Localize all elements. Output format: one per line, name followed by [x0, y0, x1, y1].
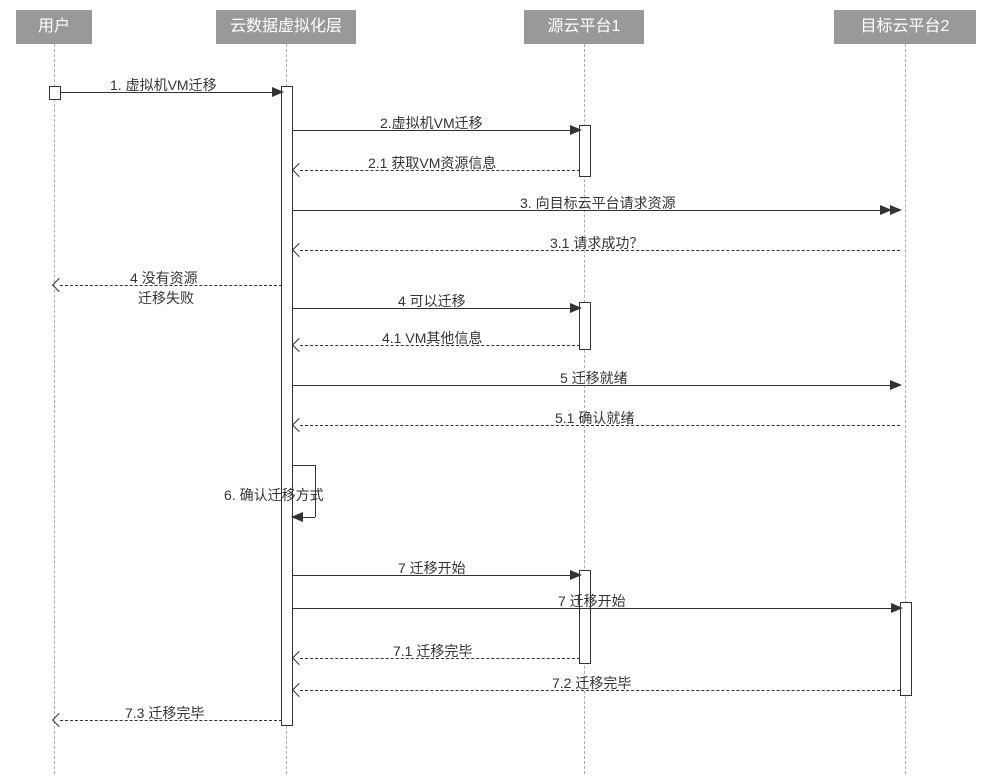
- activation-src-3: [579, 570, 591, 664]
- arrowhead-m1: [272, 87, 284, 97]
- actor-src: 源云平台1: [524, 10, 644, 44]
- label-m71: 7.1 迁移完毕: [393, 641, 472, 661]
- label-m5: 5 迁移就绪: [560, 368, 628, 388]
- actor-user: 用户: [16, 10, 92, 44]
- label-m6: 6. 确认迁移方式: [224, 485, 324, 505]
- actor-virt: 云数据虚拟化层: [216, 10, 356, 44]
- arrowhead-m7b: [891, 603, 903, 613]
- activation-virt-main: [281, 86, 293, 726]
- arrowhead-m21: [292, 163, 306, 177]
- label-m21: 2.1 获取VM资源信息: [368, 153, 496, 173]
- lifeline-user: [54, 44, 55, 774]
- arrowhead-m41: [292, 338, 306, 352]
- label-m51: 5.1 确认就绪: [555, 408, 634, 428]
- label-m73: 7.3 迁移完毕: [125, 703, 204, 723]
- label-m4ok: 4 可以迁移: [398, 291, 466, 311]
- arrowhead-m4ok: [570, 303, 582, 313]
- label-m4fail2: 迁移失败: [138, 288, 194, 308]
- arrowhead-m7a: [570, 570, 582, 580]
- activation-dst-1: [900, 602, 912, 696]
- arrowhead-m2: [570, 125, 582, 135]
- label-m72: 7.2 迁移完毕: [552, 673, 631, 693]
- label-m3: 3. 向目标云平台请求资源: [520, 193, 676, 213]
- arrowhead-m3b: [880, 205, 892, 215]
- activation-user-1: [49, 86, 61, 100]
- arrowhead-m71: [292, 651, 306, 665]
- label-m7b: 7 迁移开始: [558, 591, 626, 611]
- label-m4fail1: 4 没有资源: [130, 268, 198, 288]
- arrowhead-m51: [292, 418, 306, 432]
- label-m41: 4.1 VM其他信息: [382, 328, 482, 348]
- actor-dst: 目标云平台2: [834, 10, 976, 44]
- arrow-m6-top: [293, 465, 315, 466]
- arrowhead-m31: [292, 243, 306, 257]
- label-m7a: 7 迁移开始: [398, 558, 466, 578]
- sequence-diagram: 用户 云数据虚拟化层 源云平台1 目标云平台2 1. 虚拟机VM迁移 2.虚拟机…: [0, 0, 1000, 782]
- label-m2: 2.虚拟机VM迁移: [380, 113, 483, 133]
- label-m31: 3.1 请求成功？: [550, 233, 643, 253]
- arrowhead-m6: [291, 512, 303, 522]
- arrowhead-m5: [890, 380, 902, 390]
- arrowhead-m72: [292, 683, 306, 697]
- label-m1: 1. 虚拟机VM迁移: [110, 75, 217, 95]
